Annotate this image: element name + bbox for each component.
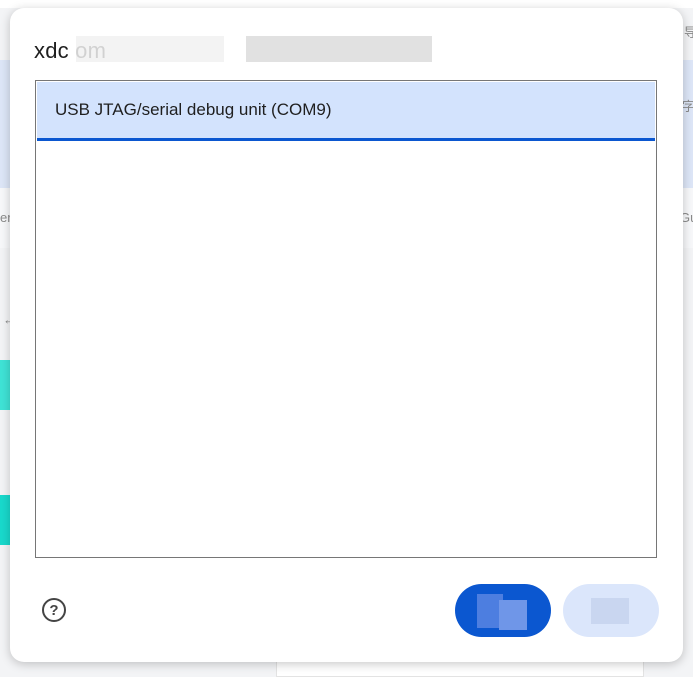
background-text: 字 xyxy=(682,99,693,114)
redacted-region xyxy=(246,36,432,62)
redacted-region xyxy=(76,36,224,62)
background-accent-block xyxy=(0,360,10,410)
background-text: 导 xyxy=(684,25,693,40)
redacted-region xyxy=(591,598,629,624)
serial-port-dialog: xdc om USB JTAG/serial debug unit (COM9)… xyxy=(10,8,683,662)
connect-button[interactable] xyxy=(455,584,551,637)
device-item-label: USB JTAG/serial debug unit (COM9) xyxy=(55,100,332,119)
redacted-region xyxy=(499,600,527,630)
cancel-button[interactable] xyxy=(563,584,659,637)
question-circle-icon[interactable]: ? xyxy=(42,598,66,622)
device-list[interactable]: USB JTAG/serial debug unit (COM9) xyxy=(35,80,657,558)
background-topbar xyxy=(0,0,693,8)
background-accent-block xyxy=(0,495,10,545)
device-item-com9[interactable]: USB JTAG/serial debug unit (COM9) xyxy=(37,82,655,141)
